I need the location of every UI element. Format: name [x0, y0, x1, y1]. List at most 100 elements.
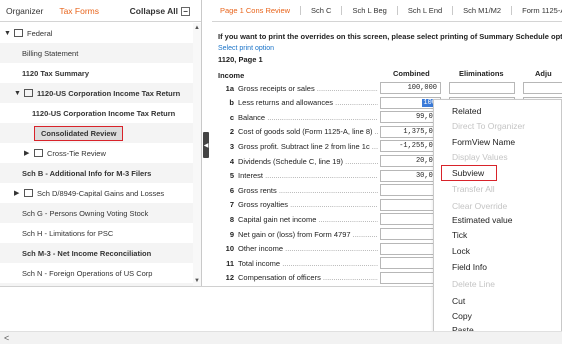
tree-item[interactable]: ▼ Federal — [0, 23, 193, 43]
form-tab[interactable]: Sch C — [311, 6, 343, 15]
line-description: Total income — [238, 259, 378, 268]
line-description: Interest — [238, 171, 378, 180]
menu-item-estimated-value[interactable]: Estimated value — [452, 215, 512, 225]
line-description: Cost of goods sold (Form 1125-A, line 8) — [238, 127, 378, 136]
combined-value-field[interactable]: 100 — [380, 96, 441, 109]
tree-item-label: Cross-Tie Review — [47, 148, 106, 158]
combined-value-field[interactable]: 30,00 — [380, 169, 441, 182]
section-label-income: Income — [218, 71, 245, 80]
column-eliminations: Eliminations — [459, 69, 504, 78]
adjustments-value-field[interactable] — [523, 82, 562, 94]
left-panel-header: Organizer Tax Forms Collapse All − — [0, 0, 201, 22]
form-tab[interactable]: Sch L End — [408, 6, 454, 15]
menu-item-delete-line: Delete Line — [452, 279, 496, 289]
line-number: 7 — [229, 200, 234, 210]
menu-item-tick[interactable]: Tick — [452, 230, 467, 240]
collapse-all-label: Collapse All — [129, 6, 178, 16]
select-print-option-link[interactable]: Select print option — [212, 41, 562, 52]
tree-item-selected-label: Consolidated Review — [34, 125, 124, 141]
combined-value-field[interactable] — [380, 198, 441, 211]
tree-item-label: Billing Statement — [22, 48, 79, 58]
folder-icon — [24, 89, 33, 97]
line-number: c — [229, 112, 234, 122]
forms-tree: ▼ Federal Billing Statement 1120 Tax Summar… — [0, 23, 193, 286]
print-overrides-notice: If you want to print the overrides on th… — [218, 32, 562, 41]
line-number: 9 — [229, 229, 234, 239]
menu-item-clear-override: Clear Override — [452, 201, 508, 211]
form-tabs: Page 1 Cons Review Sch C Sch L Beg Sch L En… — [212, 0, 562, 22]
tree-item[interactable]: Sch H - Limitations for PSC — [0, 223, 193, 243]
line-number: 1a — [225, 83, 234, 93]
tree-item[interactable]: 1120-US Corporation Income Tax Return — [0, 103, 193, 123]
line-description: Gross rents — [238, 186, 378, 195]
line-number: 12 — [225, 273, 234, 283]
tree-item-label: Sch B - Additional Info for M-3 Filers — [22, 168, 152, 178]
collapse-all-button[interactable]: Collapse All − — [130, 6, 190, 16]
tree-item[interactable]: Billing Statement — [0, 43, 193, 63]
tree-item[interactable]: Sch N - Foreign Operations of US Corp — [0, 263, 193, 283]
line-description: Dividends (Schedule C, line 19) — [238, 157, 378, 166]
line-description: Other income — [238, 244, 378, 253]
line-description: Less returns and allowances — [238, 98, 378, 107]
line-number: 11 — [226, 258, 234, 268]
form-tab[interactable]: Sch L Beg — [352, 6, 398, 15]
line-number: 10 — [225, 244, 234, 254]
eliminations-value-field[interactable] — [449, 82, 515, 94]
panel-splitter-handle[interactable]: ◀ — [203, 132, 209, 158]
combined-value-field[interactable] — [380, 271, 441, 284]
menu-item-field-info[interactable]: Field Info — [452, 262, 487, 272]
tree-item[interactable]: ▶ Sch D/8949-Capital Gains and Losses — [0, 183, 193, 203]
combined-value-field[interactable]: -1,255,00 — [380, 140, 441, 153]
tree-item[interactable]: Consolidated Review — [0, 123, 193, 143]
tree-item[interactable]: Sch G - Persons Owning Voting Stock — [0, 203, 193, 223]
folder-icon — [24, 189, 33, 197]
form-tab[interactable]: Form 1125-A — [522, 6, 562, 15]
tax-forms-panel: Organizer Tax Forms Collapse All − ▼ Fede… — [0, 0, 202, 286]
combined-value-field[interactable] — [380, 242, 441, 255]
horizontal-scrollbar[interactable]: < — [0, 331, 562, 344]
combined-value-field[interactable]: 99,00 — [380, 111, 441, 124]
line-description: Gross profit. Subtract line 2 from line … — [238, 142, 378, 151]
column-adjustments: Adju — [535, 69, 552, 78]
menu-item-transfer-all: Transfer All — [452, 184, 495, 194]
combined-value-field[interactable]: 1,375,00 — [380, 125, 441, 138]
combined-value-field[interactable]: 100,000 — [380, 82, 441, 94]
tab-organizer[interactable]: Organizer — [6, 6, 43, 16]
expand-right-icon[interactable]: ▶ — [24, 149, 32, 157]
tree-item[interactable]: 1120 Tax Summary — [0, 63, 193, 83]
line-description: Balance — [238, 113, 378, 122]
tree-item-label: Sch N - Foreign Operations of US Corp — [22, 268, 153, 278]
combined-value-field[interactable] — [380, 228, 441, 240]
menu-item-subview[interactable]: Subview — [441, 165, 498, 181]
tree-item-label: 1120-US Corporation Income Tax Return — [37, 88, 181, 98]
expand-down-icon[interactable]: ▼ — [4, 30, 12, 37]
line-description: Gross royalties — [238, 200, 378, 209]
tree-item[interactable]: Sch M-3 - Net Income Reconciliation — [0, 243, 193, 263]
menu-item-lock[interactable]: Lock — [452, 246, 470, 256]
scroll-left-icon[interactable]: < — [4, 333, 9, 343]
scroll-down-icon[interactable]: ▼ — [194, 278, 200, 284]
form-tab[interactable]: Sch M1/M2 — [463, 6, 513, 15]
tree-item[interactable]: Sch B - Additional Info for M-3 Filers — [0, 163, 193, 183]
expand-right-icon[interactable]: ▶ — [14, 189, 22, 197]
menu-item-formview-name[interactable]: FormView Name — [452, 137, 515, 147]
tree-scrollbar[interactable]: ▲ ▼ — [193, 23, 201, 286]
menu-item-cut[interactable]: Cut — [452, 296, 465, 306]
tree-item-label: Sch M-3 - Net Income Reconciliation — [22, 248, 152, 258]
menu-item-display-values: Display Values — [452, 152, 508, 162]
combined-value-field[interactable] — [380, 184, 441, 197]
tree-item[interactable]: ▼ 1120-US Corporation Income Tax Return — [0, 83, 193, 103]
tree-item[interactable]: ▶ Cross-Tie Review — [0, 143, 193, 163]
scroll-up-icon[interactable]: ▲ — [194, 25, 200, 31]
tree-item-label: Sch H - Limitations for PSC — [22, 228, 114, 238]
combined-value-field[interactable]: 20,00 — [380, 155, 441, 167]
expand-down-icon[interactable]: ▼ — [14, 90, 22, 97]
line-number: 8 — [229, 214, 234, 224]
tree-item-label: Sch G - Persons Owning Voting Stock — [22, 208, 149, 218]
tab-tax-forms[interactable]: Tax Forms — [59, 6, 99, 16]
combined-value-field[interactable] — [380, 257, 441, 270]
combined-value-field[interactable] — [380, 213, 441, 226]
form-tab[interactable]: Page 1 Cons Review — [220, 6, 302, 15]
menu-item-related[interactable]: Related — [452, 106, 481, 116]
menu-item-copy[interactable]: Copy — [452, 311, 472, 321]
